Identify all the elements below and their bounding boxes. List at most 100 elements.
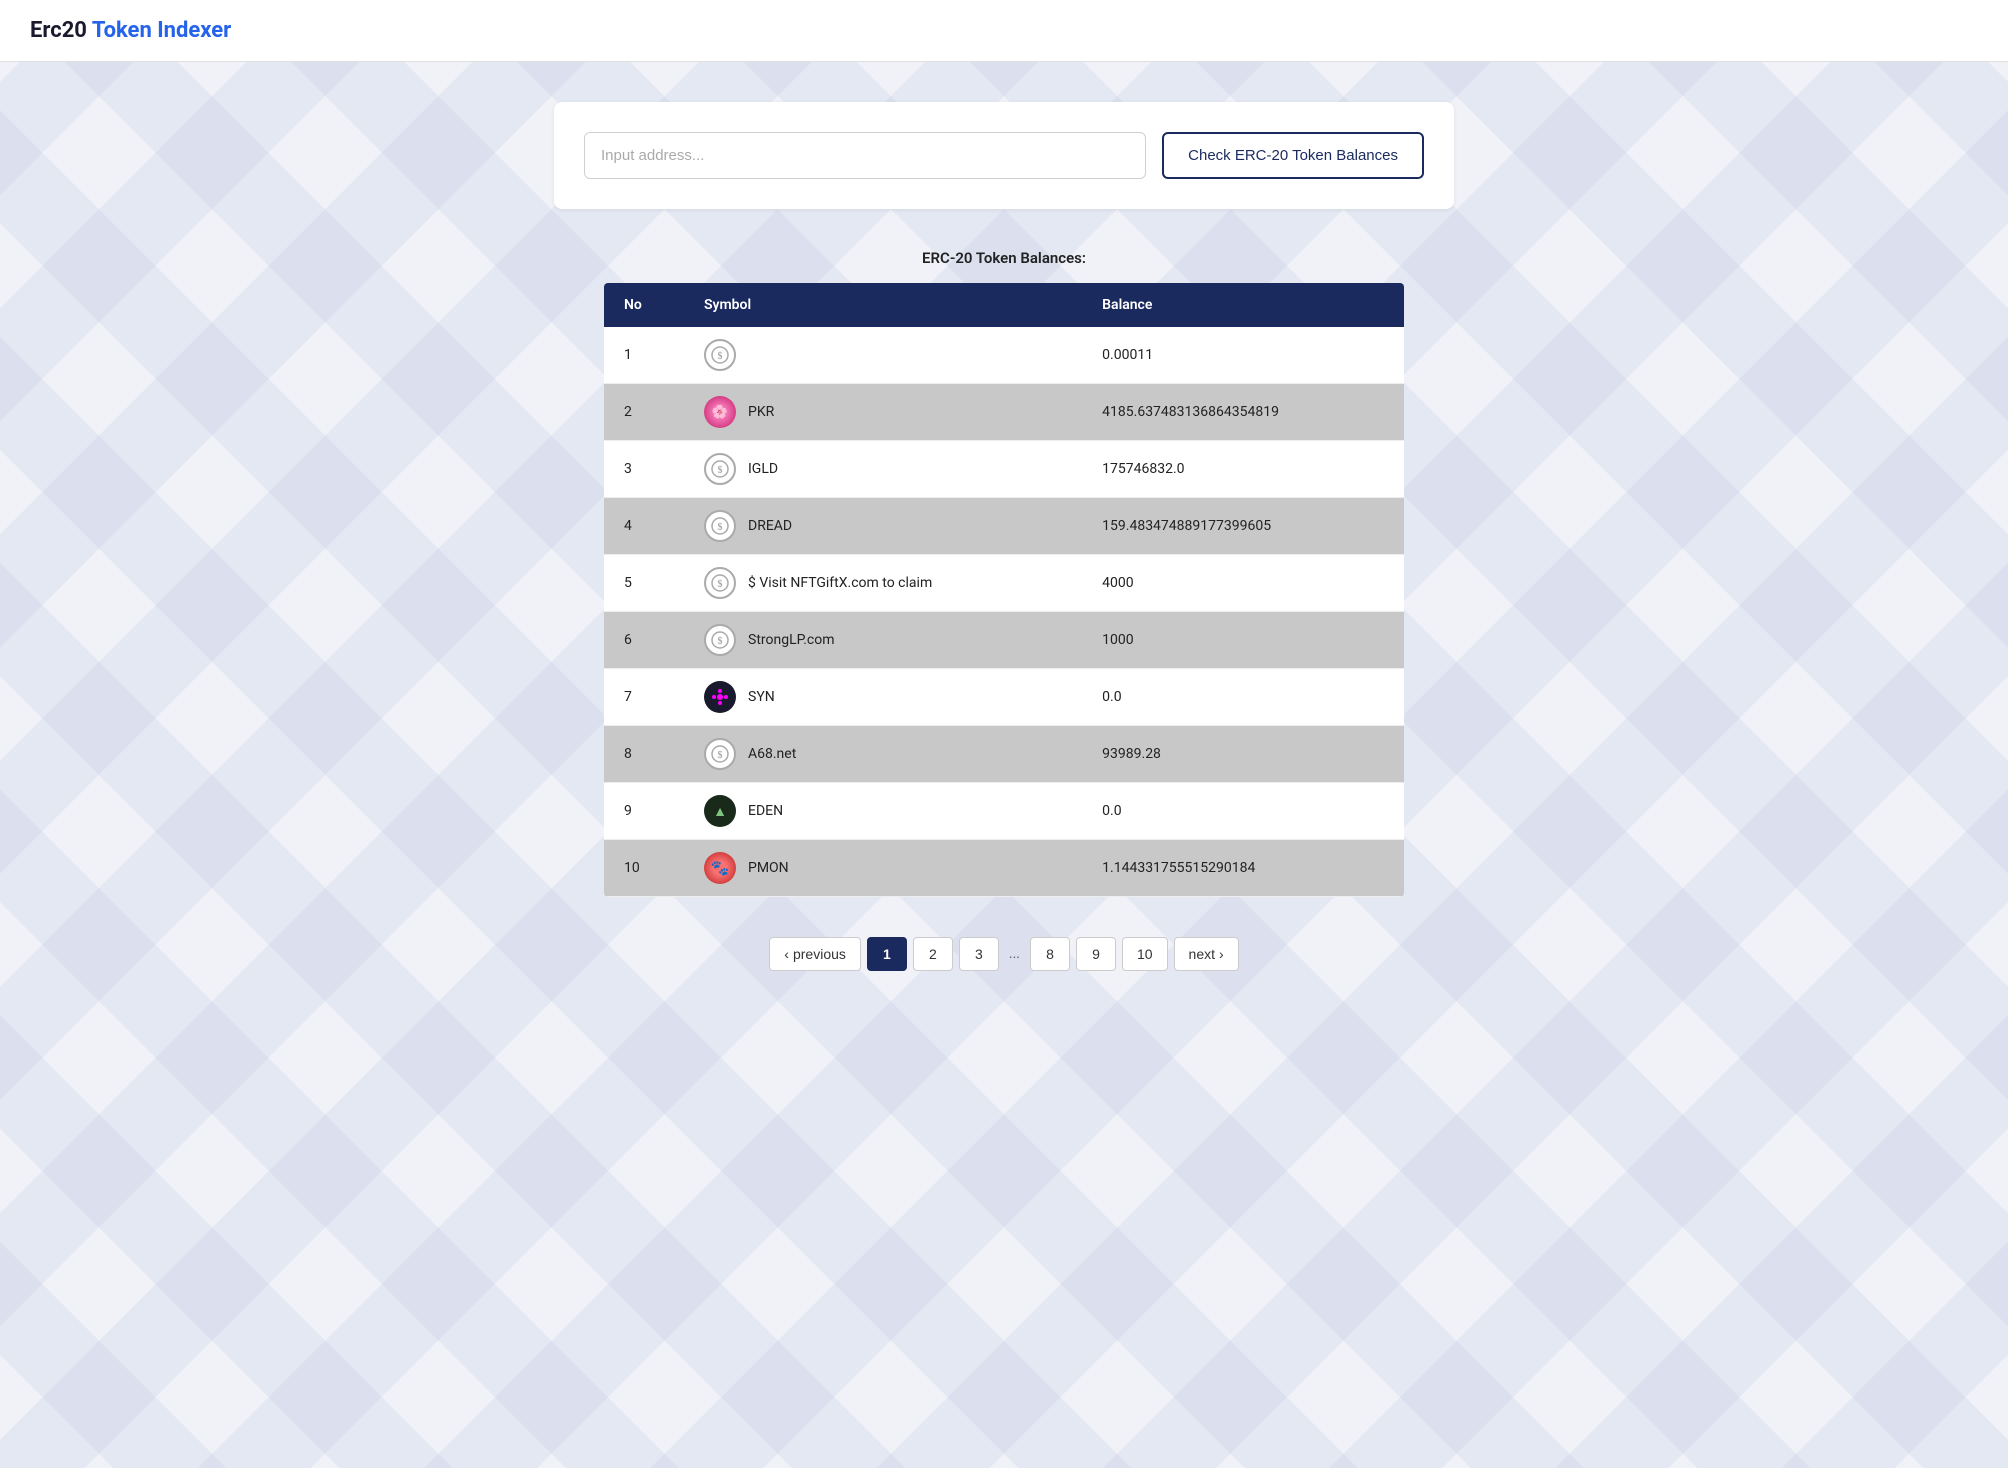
table-header-row: No Symbol Balance <box>604 283 1404 327</box>
cell-symbol: $ IGLD <box>684 441 1082 498</box>
symbol-name: PKR <box>748 404 774 420</box>
token-icon: $ <box>704 510 736 542</box>
chevron-right-icon: › <box>1219 946 1224 962</box>
cell-no: 3 <box>604 441 684 498</box>
table-row: 7 SYN 0.0 <box>604 669 1404 726</box>
next-label: next <box>1189 946 1215 962</box>
svg-text:$: $ <box>718 579 723 590</box>
cell-balance: 175746832.0 <box>1082 441 1404 498</box>
cell-no: 4 <box>604 498 684 555</box>
table-row: 10 🐾 PMON 1.144331755515290184 <box>604 840 1404 897</box>
cell-no: 9 <box>604 783 684 840</box>
token-icon: $ <box>704 339 736 371</box>
cell-balance: 0.00011 <box>1082 327 1404 384</box>
symbol-name: $ Visit NFTGiftX.com to claim <box>748 575 932 591</box>
token-icon: $ <box>704 738 736 770</box>
app-title-part1: Erc20 <box>30 18 92 43</box>
cell-balance: 93989.28 <box>1082 726 1404 783</box>
page-8-button[interactable]: 8 <box>1030 937 1070 971</box>
page-1-button[interactable]: 1 <box>867 937 907 971</box>
cell-symbol: $ <box>684 327 1082 384</box>
symbol-name: SYN <box>748 689 775 705</box>
cell-symbol: $ StrongLP.com <box>684 612 1082 669</box>
pagination-dots: ... <box>1005 938 1024 970</box>
symbol-name: EDEN <box>748 803 783 819</box>
table-row: 9 ▲ EDEN 0.0 <box>604 783 1404 840</box>
check-balances-button[interactable]: Check ERC-20 Token Balances <box>1162 132 1424 179</box>
token-icon <box>704 681 736 713</box>
symbol-name: StrongLP.com <box>748 632 835 648</box>
coin-icon: $ <box>711 745 729 763</box>
address-input[interactable] <box>584 132 1146 179</box>
cell-balance: 0.0 <box>1082 669 1404 726</box>
cell-symbol: 🐾 PMON <box>684 840 1082 897</box>
symbol-name: IGLD <box>748 461 778 477</box>
col-symbol: Symbol <box>684 283 1082 327</box>
cell-balance: 0.0 <box>1082 783 1404 840</box>
cell-no: 6 <box>604 612 684 669</box>
cell-balance: 1000 <box>1082 612 1404 669</box>
coin-icon: $ <box>711 346 729 364</box>
page-9-button[interactable]: 9 <box>1076 937 1116 971</box>
cell-symbol: SYN <box>684 669 1082 726</box>
cell-symbol: $ A68.net <box>684 726 1082 783</box>
col-no: No <box>604 283 684 327</box>
table-row: 4 $ DREAD 159.483474889177399605 <box>604 498 1404 555</box>
coin-icon: $ <box>711 574 729 592</box>
symbol-name: DREAD <box>748 518 792 534</box>
prev-label: previous <box>793 946 846 962</box>
symbol-name: PMON <box>748 860 789 876</box>
cell-no: 10 <box>604 840 684 897</box>
symbol-name: A68.net <box>748 746 796 762</box>
table-row: 6 $ StrongLP.com 1000 <box>604 612 1404 669</box>
cell-balance: 1.144331755515290184 <box>1082 840 1404 897</box>
cell-balance: 4185.637483136864354819 <box>1082 384 1404 441</box>
page-2-button[interactable]: 2 <box>913 937 953 971</box>
table-title: ERC-20 Token Balances: <box>604 249 1404 267</box>
syn-icon <box>711 688 729 706</box>
search-row: Check ERC-20 Token Balances <box>584 132 1424 179</box>
page-10-button[interactable]: 10 <box>1122 937 1168 971</box>
cell-symbol: $ DREAD <box>684 498 1082 555</box>
table-row: 2 🌸 PKR 4185.637483136864354819 <box>604 384 1404 441</box>
cell-symbol: ▲ EDEN <box>684 783 1082 840</box>
cell-no: 1 <box>604 327 684 384</box>
coin-icon: $ <box>711 631 729 649</box>
token-icon: $ <box>704 453 736 485</box>
svg-text:$: $ <box>718 636 723 647</box>
svg-text:$: $ <box>718 465 723 476</box>
table-row: 1 $ 0.00011 <box>604 327 1404 384</box>
svg-text:$: $ <box>718 750 723 761</box>
cell-balance: 159.483474889177399605 <box>1082 498 1404 555</box>
coin-icon: $ <box>711 517 729 535</box>
svg-text:$: $ <box>718 351 723 362</box>
cell-no: 7 <box>604 669 684 726</box>
cell-symbol: $ $ Visit NFTGiftX.com to claim <box>684 555 1082 612</box>
page-3-button[interactable]: 3 <box>959 937 999 971</box>
table-row: 3 $ IGLD 175746832.0 <box>604 441 1404 498</box>
cell-no: 2 <box>604 384 684 441</box>
table-section: ERC-20 Token Balances: No Symbol Balance… <box>604 249 1404 897</box>
table-row: 8 $ A68.net 93989.28 <box>604 726 1404 783</box>
pagination: ‹ previous 1 2 3 ... 8 9 10 next › <box>424 937 1584 971</box>
prev-button[interactable]: ‹ previous <box>769 937 861 971</box>
svg-text:$: $ <box>718 522 723 533</box>
col-balance: Balance <box>1082 283 1404 327</box>
cell-balance: 4000 <box>1082 555 1404 612</box>
token-icon: 🐾 <box>704 852 736 884</box>
token-icon: ▲ <box>704 795 736 827</box>
app-title-part2: Token Indexer <box>92 18 231 43</box>
cell-no: 8 <box>604 726 684 783</box>
search-section: Check ERC-20 Token Balances <box>554 102 1454 209</box>
cell-no: 5 <box>604 555 684 612</box>
coin-icon: $ <box>711 460 729 478</box>
token-icon: $ <box>704 624 736 656</box>
chevron-left-icon: ‹ <box>784 946 789 962</box>
cell-symbol: 🌸 PKR <box>684 384 1082 441</box>
table-row: 5 $ $ Visit NFTGiftX.com to claim 4000 <box>604 555 1404 612</box>
token-table: No Symbol Balance 1 $ 0.00011 <box>604 283 1404 897</box>
next-button[interactable]: next › <box>1174 937 1239 971</box>
token-icon: 🌸 <box>704 396 736 428</box>
token-icon: $ <box>704 567 736 599</box>
app-title: Erc20 Token Indexer <box>30 18 1978 43</box>
